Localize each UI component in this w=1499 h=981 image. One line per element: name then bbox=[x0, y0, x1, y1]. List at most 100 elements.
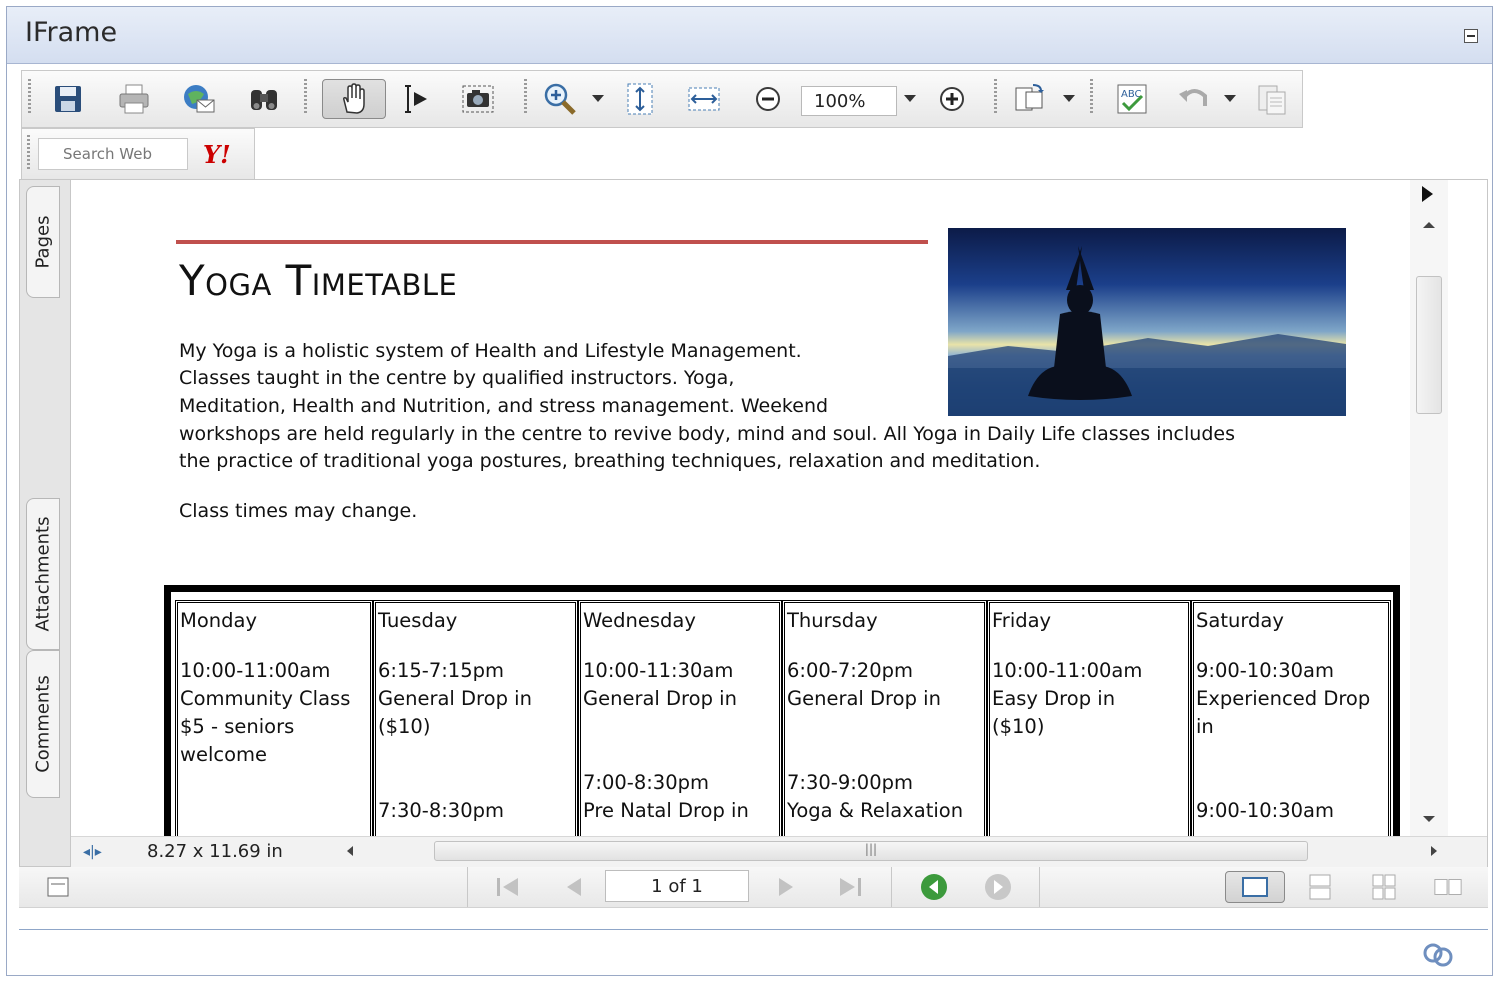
vertical-scroll-thumb[interactable] bbox=[1416, 276, 1442, 414]
class-details: 10:00-11:00am Easy Drop in ($10) bbox=[992, 659, 1143, 738]
class-details: 10:00-11:00am Community Class $5 - senio… bbox=[180, 659, 351, 766]
class-times-note: Class times may change. bbox=[179, 500, 418, 522]
facing-continuous-view-icon[interactable] bbox=[1369, 873, 1399, 901]
paragraph-line: Meditation, Health and Nutrition, and st… bbox=[179, 395, 829, 417]
scroll-up-icon[interactable] bbox=[1423, 222, 1435, 228]
connection-icon[interactable] bbox=[1421, 941, 1457, 969]
yahoo-logo[interactable]: Y! bbox=[203, 140, 231, 169]
undo-dropdown-icon[interactable] bbox=[1224, 95, 1236, 102]
footer-divider bbox=[19, 929, 1488, 930]
zoom-level-field[interactable]: 100% bbox=[801, 86, 897, 116]
tab-attachments-label: Attachments bbox=[32, 516, 54, 632]
divider bbox=[1039, 867, 1040, 907]
day-header: Saturday bbox=[1196, 609, 1284, 632]
split-view-icon[interactable]: ◂|▸ bbox=[83, 844, 102, 860]
zoom-in-dropdown-icon[interactable] bbox=[592, 95, 604, 102]
toolbar-grip[interactable] bbox=[1090, 79, 1093, 115]
expand-panel-icon[interactable] bbox=[1422, 186, 1433, 202]
timetable-column: Friday 10:00-11:00am Easy Drop in ($10) bbox=[987, 600, 1191, 836]
go-back-icon[interactable] bbox=[919, 873, 949, 901]
page-navigation-bar: 1 of 1 bbox=[19, 867, 1488, 908]
yoga-silhouette-image bbox=[948, 228, 1346, 416]
window-title: IFrame bbox=[25, 17, 118, 48]
timetable-column: Thursday 6:00-7:20pm General Drop in 7:30… bbox=[782, 600, 987, 836]
timetable-column: Wednesday 10:00-11:30am General Drop in 7… bbox=[578, 600, 782, 836]
search-toolbar: Search Web Y! bbox=[21, 128, 255, 180]
hand-tool-icon[interactable] bbox=[322, 79, 386, 119]
timetable-column: Tuesday 6:15-7:15pm General Drop in ($10)… bbox=[373, 600, 578, 836]
scroll-left-icon[interactable] bbox=[347, 846, 353, 856]
minimize-button[interactable] bbox=[1464, 29, 1478, 43]
search-web-input[interactable]: Search Web bbox=[38, 138, 188, 170]
class-details: 6:15-7:15pm General Drop in ($10) 7:30-8… bbox=[378, 659, 532, 822]
day-header: Friday bbox=[992, 609, 1052, 632]
next-page-icon[interactable] bbox=[771, 873, 801, 901]
first-page-icon[interactable] bbox=[493, 873, 523, 901]
toolbar-grip[interactable] bbox=[994, 79, 997, 115]
paragraph-line: workshops are held regularly in the cent… bbox=[179, 423, 1235, 445]
vertical-scrollbar[interactable] bbox=[1410, 180, 1448, 836]
scroll-right-icon[interactable] bbox=[1431, 846, 1437, 856]
paragraph-line: the practice of traditional yoga posture… bbox=[179, 450, 1041, 472]
snapshot-camera-icon[interactable] bbox=[458, 79, 498, 119]
class-details: 9:00-10:30am Experienced Drop in 9:00-10… bbox=[1196, 659, 1371, 822]
scroll-down-icon[interactable] bbox=[1423, 816, 1435, 822]
tab-pages-label: Pages bbox=[32, 215, 54, 269]
last-page-icon[interactable] bbox=[835, 873, 865, 901]
toolbar-grip[interactable] bbox=[27, 135, 30, 171]
iframe-window: IFrame 100% ABC Search Web Y! Pages Atta… bbox=[6, 6, 1493, 976]
fit-height-icon[interactable] bbox=[620, 79, 660, 119]
day-header: Monday bbox=[180, 609, 257, 632]
fit-width-icon[interactable] bbox=[684, 79, 724, 119]
timetable-column: Monday 10:00-11:00am Community Class $5 -… bbox=[175, 600, 373, 836]
zoom-out-icon[interactable] bbox=[748, 79, 788, 119]
tab-attachments[interactable]: Attachments bbox=[26, 498, 60, 650]
divider bbox=[467, 867, 468, 907]
continuous-view-icon[interactable] bbox=[1305, 873, 1335, 901]
timetable-column: Saturday 9:00-10:30am Experienced Drop in… bbox=[1191, 600, 1391, 836]
single-page-view-icon[interactable] bbox=[1225, 871, 1285, 903]
class-details: 6:00-7:20pm General Drop in 7:30-9:00pm … bbox=[787, 659, 964, 822]
toolbar-grip[interactable] bbox=[28, 79, 31, 115]
class-details: 10:00-11:30am General Drop in 7:00-8:30p… bbox=[583, 659, 749, 822]
find-binoculars-icon[interactable] bbox=[244, 79, 284, 119]
paste-icon[interactable] bbox=[1252, 79, 1292, 119]
toolbar-grip[interactable] bbox=[304, 79, 307, 115]
tab-comments-label: Comments bbox=[32, 675, 54, 773]
tab-pages[interactable]: Pages bbox=[26, 186, 60, 298]
heading-rule bbox=[176, 240, 928, 244]
zoom-plus-icon[interactable] bbox=[932, 79, 972, 119]
horizontal-scrollbar[interactable]: ◂|▸ 8.27 x 11.69 in ||| bbox=[71, 836, 1487, 867]
spell-check-icon[interactable]: ABC bbox=[1112, 79, 1152, 119]
toolbar-grip[interactable] bbox=[524, 79, 527, 115]
save-icon[interactable] bbox=[48, 79, 88, 119]
paragraph-line: Classes taught in the centre by qualifie… bbox=[179, 367, 735, 389]
go-forward-icon[interactable] bbox=[983, 873, 1013, 901]
horizontal-scroll-thumb[interactable]: ||| bbox=[434, 841, 1308, 861]
rotate-dropdown-icon[interactable] bbox=[1063, 95, 1075, 102]
zoom-level-dropdown-icon[interactable] bbox=[904, 95, 916, 102]
day-header: Tuesday bbox=[378, 609, 458, 632]
page-size-label: 8.27 x 11.69 in bbox=[147, 841, 283, 862]
paragraph-line: My Yoga is a holistic system of Health a… bbox=[179, 340, 802, 362]
text-select-icon[interactable] bbox=[396, 79, 436, 119]
email-web-icon[interactable] bbox=[179, 79, 219, 119]
facing-view-icon[interactable] bbox=[1433, 873, 1463, 901]
zoom-in-icon[interactable] bbox=[540, 79, 580, 119]
rotate-page-icon[interactable] bbox=[1010, 79, 1050, 119]
main-toolbar: 100% ABC bbox=[21, 70, 1303, 128]
title-bar: IFrame bbox=[7, 7, 1492, 64]
page-number-field[interactable]: 1 of 1 bbox=[605, 870, 749, 902]
timetable: Monday 10:00-11:00am Community Class $5 -… bbox=[164, 585, 1400, 836]
day-header: Thursday bbox=[787, 609, 878, 632]
day-header: Wednesday bbox=[583, 609, 696, 632]
panel-toggle-icon[interactable] bbox=[43, 873, 73, 901]
print-icon[interactable] bbox=[114, 79, 154, 119]
previous-page-icon[interactable] bbox=[559, 873, 589, 901]
tab-comments[interactable]: Comments bbox=[26, 650, 60, 798]
document-heading: Yoga Timetable bbox=[179, 256, 458, 305]
divider bbox=[891, 867, 892, 907]
document-page: Yoga Timetable My Yoga is a holistic sys… bbox=[71, 180, 1448, 836]
undo-icon[interactable] bbox=[1174, 79, 1214, 119]
pdf-viewer: Pages Attachments Comments Yoga Timetabl… bbox=[19, 179, 1488, 867]
